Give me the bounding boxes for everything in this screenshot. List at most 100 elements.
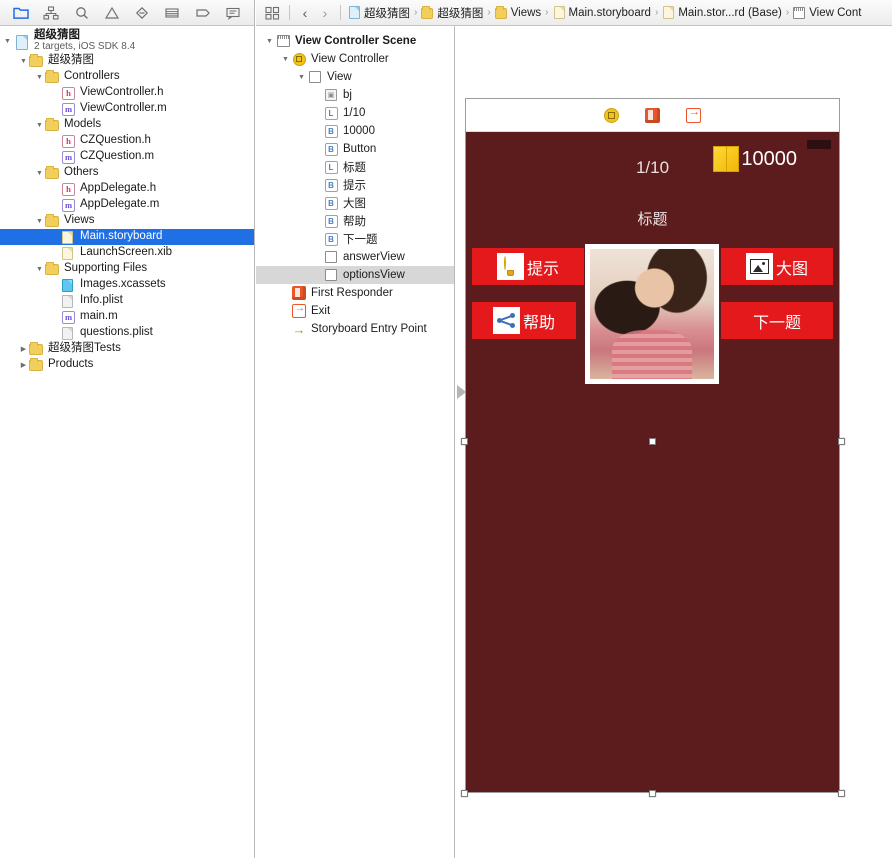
tree-row[interactable]: Images.xcassets xyxy=(0,277,254,293)
tree-row[interactable]: 超级猜图 xyxy=(0,53,254,69)
outline-row[interactable]: B Button xyxy=(256,140,454,158)
search-icon[interactable] xyxy=(67,2,97,24)
tree-row[interactable]: Views xyxy=(0,213,254,229)
implementation-file-icon: m xyxy=(61,198,76,212)
report-navigator-icon[interactable] xyxy=(218,2,248,24)
outline-row[interactable]: B 提示 xyxy=(256,176,454,194)
storyboard-canvas[interactable]: 10000 1/10 标题 提示 大图 帮助 xyxy=(456,26,892,858)
outline-row[interactable]: B 10000 xyxy=(256,122,454,140)
scene-icon xyxy=(793,6,806,20)
tree-row[interactable]: h ViewController.h xyxy=(0,85,254,101)
breadcrumb-item-label: 超级猜图 xyxy=(437,7,484,20)
tree-row-project[interactable]: 超级猜图 2 targets, iOS SDK 8.4 xyxy=(0,29,254,53)
disclosure-triangle[interactable] xyxy=(34,266,45,273)
help-button-label: 帮助 xyxy=(522,314,555,332)
next-question-button[interactable]: 下一题 xyxy=(721,302,833,339)
disclosure-triangle[interactable] xyxy=(264,38,275,45)
forward-button[interactable]: › xyxy=(315,6,335,20)
view-controller-icon[interactable] xyxy=(603,107,620,124)
tree-row[interactable]: m ViewController.m xyxy=(0,101,254,117)
tree-row[interactable]: Controllers xyxy=(0,69,254,85)
tree-row[interactable]: 超级猜图Tests xyxy=(0,341,254,357)
tree-row[interactable]: m AppDelegate.m xyxy=(0,197,254,213)
tree-row-label: Controllers xyxy=(64,70,120,83)
button-icon: B xyxy=(323,196,339,210)
tree-row[interactable]: Supporting Files xyxy=(0,261,254,277)
asset-catalog-icon xyxy=(61,278,76,292)
breadcrumb-item[interactable]: Main.storyboard xyxy=(551,6,653,20)
tree-row-selected[interactable]: Main.storyboard xyxy=(0,229,254,245)
view-controller-scene-frame[interactable]: 10000 1/10 标题 提示 大图 帮助 xyxy=(465,98,840,793)
navigator-tree[interactable]: 超级猜图 2 targets, iOS SDK 8.4 超级猜图 Controll… xyxy=(0,26,254,858)
disclosure-triangle[interactable] xyxy=(18,346,29,353)
tree-row[interactable]: Others xyxy=(0,165,254,181)
disclosure-triangle[interactable] xyxy=(34,218,45,225)
disclosure-triangle[interactable] xyxy=(296,74,307,81)
warning-icon[interactable] xyxy=(97,2,127,24)
source-control-navigator-icon[interactable] xyxy=(36,2,66,24)
progress-label: 1/10 xyxy=(635,158,670,177)
tree-row[interactable]: h CZQuestion.h xyxy=(0,133,254,149)
scene-icon xyxy=(275,34,291,48)
outline-row[interactable]: View Controller Scene xyxy=(256,32,454,50)
outline-row[interactable]: → Storyboard Entry Point xyxy=(256,320,454,338)
tree-row[interactable]: m CZQuestion.m xyxy=(0,149,254,165)
disclosure-triangle[interactable] xyxy=(34,170,45,177)
button-icon: B xyxy=(323,232,339,246)
tree-row[interactable]: m main.m xyxy=(0,309,254,325)
outline-row[interactable]: B 帮助 xyxy=(256,212,454,230)
outline-row[interactable]: View Controller xyxy=(256,50,454,68)
breadcrumb-item[interactable]: Main.stor...rd (Base) xyxy=(660,6,784,20)
scene-dock[interactable] xyxy=(466,99,839,132)
separator xyxy=(340,5,341,20)
disclosure-triangle[interactable] xyxy=(34,122,45,129)
back-button[interactable]: ‹ xyxy=(295,6,315,20)
test-navigator-icon[interactable] xyxy=(127,2,157,24)
document-outline-panel[interactable]: View Controller Scene View Controller View… xyxy=(256,26,455,858)
outline-row[interactable]: answerView xyxy=(256,248,454,266)
outline-row[interactable]: Exit xyxy=(256,302,454,320)
help-button[interactable]: 帮助 xyxy=(472,302,576,339)
outline-row[interactable]: B 下一题 xyxy=(256,230,454,248)
disclosure-triangle[interactable] xyxy=(34,74,45,81)
outline-row[interactable]: First Responder xyxy=(256,284,454,302)
lightbulb-icon xyxy=(496,253,524,280)
first-responder-icon[interactable] xyxy=(644,107,661,124)
breadcrumb-item[interactable]: Views xyxy=(493,6,543,20)
breadcrumb-item[interactable]: 超级猜图 xyxy=(419,5,485,21)
debug-navigator-icon[interactable] xyxy=(157,2,187,24)
exit-icon[interactable] xyxy=(685,106,702,124)
outline-row[interactable]: L 标题 xyxy=(256,158,454,176)
view-preview[interactable]: 10000 1/10 标题 提示 大图 帮助 下一题 xyxy=(466,132,839,792)
tree-row[interactable]: Info.plist xyxy=(0,293,254,309)
question-image[interactable] xyxy=(585,244,719,384)
project-navigator-icon[interactable] xyxy=(6,2,36,24)
tree-row[interactable]: Models xyxy=(0,117,254,133)
hint-button[interactable]: 提示 xyxy=(472,248,584,285)
file-icon xyxy=(61,230,76,244)
outline-row-selected[interactable]: optionsView xyxy=(256,266,454,284)
outline-row-label: 大图 xyxy=(343,198,366,210)
breakpoint-navigator-icon[interactable] xyxy=(188,2,218,24)
outline-row[interactable]: B 大图 xyxy=(256,194,454,212)
bigimage-button[interactable]: 大图 xyxy=(721,248,833,285)
breadcrumb-item[interactable]: View Cont xyxy=(791,6,863,20)
breadcrumb-item[interactable]: 超级猜图 xyxy=(346,5,412,21)
chevron-right-icon: › xyxy=(545,7,549,18)
tree-row[interactable]: LaunchScreen.xib xyxy=(0,245,254,261)
disclosure-triangle[interactable] xyxy=(2,38,13,45)
tree-row[interactable]: h AppDelegate.h xyxy=(0,181,254,197)
tree-row-label: ViewController.h xyxy=(80,86,164,99)
disclosure-triangle[interactable] xyxy=(18,362,29,369)
tree-row-label: LaunchScreen.xib xyxy=(80,246,173,259)
editor-layout-icon[interactable] xyxy=(260,6,284,20)
tree-row[interactable]: Products xyxy=(0,357,254,373)
disclosure-triangle[interactable] xyxy=(280,56,291,63)
chevron-right-icon: › xyxy=(654,7,659,18)
exit-icon xyxy=(291,303,307,318)
outline-row[interactable]: View xyxy=(256,68,454,86)
outline-row[interactable]: L 1/10 xyxy=(256,104,454,122)
outline-row[interactable]: ▣ bj xyxy=(256,86,454,104)
disclosure-triangle[interactable] xyxy=(18,58,29,65)
tree-row[interactable]: questions.plist xyxy=(0,325,254,341)
